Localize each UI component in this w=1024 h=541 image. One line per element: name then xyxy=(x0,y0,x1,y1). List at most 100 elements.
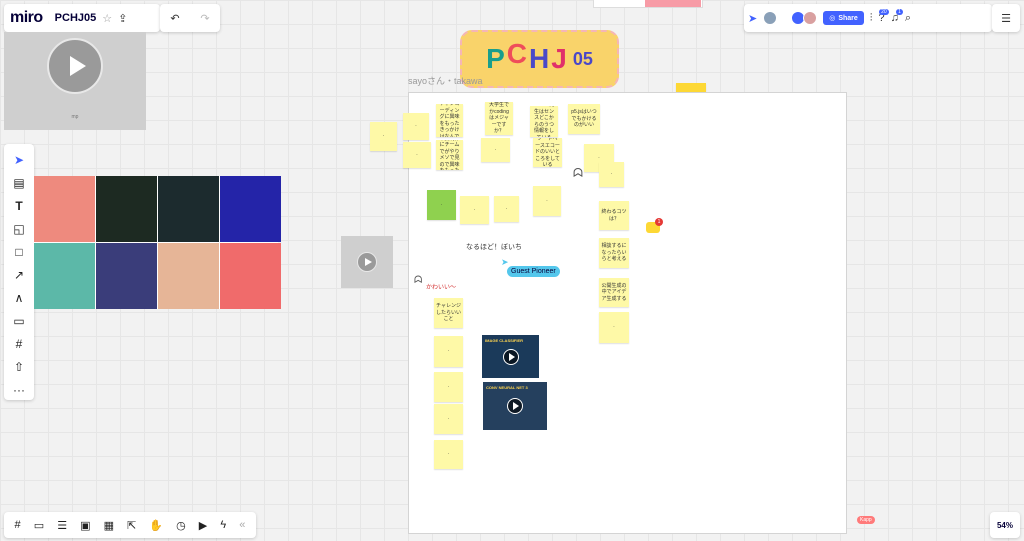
sticky-note[interactable]: 相談するになったらいらと考える xyxy=(599,238,629,268)
play-icon[interactable] xyxy=(502,348,519,365)
comment-icon[interactable]: ▭ xyxy=(34,519,44,532)
play-icon[interactable] xyxy=(47,38,103,94)
sticky-note[interactable]: 大学生でかcodingはメジャーですか？ xyxy=(485,102,513,135)
image-tile[interactable] xyxy=(34,176,95,242)
avatar[interactable] xyxy=(803,11,818,25)
frames-icon[interactable]: # xyxy=(15,519,21,531)
sticky-note[interactable]: · xyxy=(460,196,489,224)
select-icon[interactable]: ➤ xyxy=(8,150,30,170)
shape-icon[interactable]: □ xyxy=(8,242,30,262)
video-embed-small[interactable] xyxy=(341,236,393,288)
sticky-note[interactable]: takawa先生はセンスどこからのうつ情報をしている xyxy=(530,106,558,137)
ghost-doodle[interactable]: ᗣ xyxy=(573,166,583,181)
search-icon[interactable]: ⌕ xyxy=(905,12,911,25)
zoom-level[interactable]: 54% xyxy=(990,512,1020,538)
sticky-note[interactable]: · xyxy=(403,142,431,168)
board-name[interactable]: PCHJ05 xyxy=(55,12,97,24)
pen-icon[interactable]: ∧ xyxy=(8,288,30,308)
share-button[interactable]: ◎ Share xyxy=(823,11,864,25)
image-tile[interactable] xyxy=(96,176,157,242)
creation-toolbar: ➤ ▤ T ◱ □ ↗ ∧ ▭ # ⇧ ··· xyxy=(4,144,34,400)
video-title: IMAGE CLASSIFIER xyxy=(485,338,524,343)
sticky-note[interactable]: 終わるコツは？ xyxy=(599,201,629,230)
chat-icon[interactable]: ☰ xyxy=(57,519,67,532)
screen-share-icon[interactable]: ▣ xyxy=(80,519,90,532)
sticky-edge xyxy=(645,0,701,7)
image-tile[interactable] xyxy=(34,243,95,309)
video-caption: mp xyxy=(71,114,79,120)
undo-icon[interactable]: ↶ xyxy=(170,12,179,25)
collapse-icon[interactable]: « xyxy=(239,519,245,531)
play-icon[interactable] xyxy=(357,252,377,272)
sticky-note[interactable]: 公開生成の中でアイデア生成する xyxy=(599,278,629,307)
sticky-note-icon[interactable]: ◱ xyxy=(8,219,30,239)
image-grid[interactable] xyxy=(34,176,281,309)
share-label: Share xyxy=(838,14,858,22)
redo-icon[interactable]: ↷ xyxy=(200,12,209,25)
video-icon[interactable]: ▶ xyxy=(199,519,207,532)
reaction-icon[interactable]: ✋ xyxy=(149,519,163,532)
ghost-doodle[interactable]: ᗣ xyxy=(414,275,422,286)
comment-badge: 1 xyxy=(655,218,663,226)
card-icon[interactable]: ▦ xyxy=(104,519,114,532)
frame-label[interactable]: sayoさん・takawa xyxy=(408,74,483,87)
lightning-icon[interactable]: ϟ xyxy=(220,519,226,531)
sticky-note[interactable]: · xyxy=(599,312,629,343)
handwritten-note[interactable]: かわいい〜 xyxy=(426,282,456,291)
globe-icon: ◎ xyxy=(829,15,836,22)
upload-icon[interactable]: ⇧ xyxy=(8,357,30,377)
play-icon[interactable] xyxy=(507,398,523,414)
banner-letter-c: C xyxy=(506,38,528,69)
settings-icon[interactable]: ⫶ xyxy=(870,12,873,25)
sticky-note[interactable]: · xyxy=(434,372,463,402)
template-icon[interactable]: ▤ xyxy=(8,173,30,193)
sticky-note[interactable]: ノードベースエコードのいいところをしている xyxy=(533,138,562,167)
export-icon[interactable]: ⇱ xyxy=(127,519,136,532)
board-menu[interactable]: miro PCHJ05 ☆ ⇪ xyxy=(4,4,160,32)
timer-icon[interactable]: ◷ xyxy=(176,519,186,532)
image-tile[interactable] xyxy=(158,176,219,242)
sticky-note[interactable]: · xyxy=(434,404,463,434)
video-title: CONV NEURAL NET 3 xyxy=(486,385,528,390)
star-icon[interactable]: ☆ xyxy=(102,12,112,25)
youtube-embed[interactable]: IMAGE CLASSIFIER xyxy=(482,335,539,378)
sticky-note[interactable]: · xyxy=(427,190,456,220)
image-tile[interactable] xyxy=(220,243,281,309)
sticky-note[interactable]: · xyxy=(370,122,397,151)
sticky-note[interactable]: · xyxy=(434,336,463,367)
frame-icon[interactable]: # xyxy=(8,334,30,354)
avatar[interactable] xyxy=(763,11,778,25)
handwritten-note[interactable]: なるほど！ぼいち xyxy=(466,242,522,252)
cursor-share-icon[interactable]: ➤ xyxy=(748,12,757,25)
sticky-note[interactable]: · xyxy=(434,440,463,469)
image-tile[interactable] xyxy=(96,243,157,309)
bell-icon[interactable]: ♫ 1 xyxy=(891,9,903,24)
undo-redo: ↶ ↷ xyxy=(160,4,220,32)
help-icon[interactable]: ? 20 xyxy=(879,9,889,24)
more-icon[interactable]: ··· xyxy=(8,380,30,400)
comment-icon[interactable]: ▭ xyxy=(8,311,30,331)
image-tile[interactable] xyxy=(158,243,219,309)
guest-cursor-label: Guest Pioneer xyxy=(507,266,560,277)
export-icon[interactable]: ⇪ xyxy=(118,12,127,25)
sticky-note[interactable]: 卒業制作にチームでがやりメソで見ので興味をもった xyxy=(436,140,463,170)
miro-logo[interactable]: miro xyxy=(10,9,43,27)
help-badge: 20 xyxy=(879,9,889,15)
image-tile[interactable] xyxy=(220,176,281,242)
cursor-icon: ➤ xyxy=(501,257,509,267)
sticky-note[interactable]: · xyxy=(403,113,429,140)
youtube-embed[interactable]: CONV NEURAL NET 3 xyxy=(483,382,547,430)
title-banner[interactable]: P C H J 05 xyxy=(460,30,619,88)
sticky-note[interactable]: · xyxy=(494,196,519,222)
arrow-icon[interactable]: ↗ xyxy=(8,265,30,285)
text-icon[interactable]: T xyxy=(8,196,30,216)
bottom-toolbar: # ▭ ☰ ▣ ▦ ⇱ ✋ ◷ ▶ ϟ « xyxy=(4,512,256,538)
board-list-button[interactable]: ☰ xyxy=(992,4,1020,32)
sticky-note[interactable]: · xyxy=(533,186,561,216)
sticky-note[interactable]: チャレンジしたらいいこと xyxy=(434,298,463,328)
video-embed[interactable]: mp xyxy=(4,32,146,130)
sticky-note[interactable]: · xyxy=(481,138,510,162)
sticky-note[interactable]: クリエイティブコーディングに興味をもったきっかけはなんですか？ xyxy=(436,104,463,137)
sticky-note[interactable]: · xyxy=(599,162,624,187)
sticky-note[interactable]: p5.jsはいつでもかけるのがいい xyxy=(568,104,600,134)
